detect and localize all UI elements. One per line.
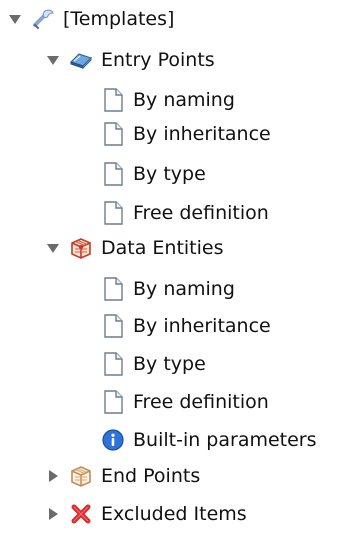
tree-node-entry-points[interactable]: Entry Points bbox=[46, 41, 215, 79]
document-icon bbox=[100, 161, 126, 187]
tree-node-excluded-items[interactable]: Excluded Items bbox=[46, 495, 247, 533]
tree-node-entry-points-free-definition[interactable]: Free definition bbox=[100, 194, 269, 232]
tree-node-label: By inheritance bbox=[133, 314, 271, 337]
tree-node-label-templates: [Templates] bbox=[63, 7, 175, 30]
red-x-icon bbox=[68, 501, 94, 527]
tree-node-label: By type bbox=[133, 352, 206, 375]
tree-node-label: By inheritance bbox=[133, 122, 271, 145]
tree-node-data-entities-by-inheritance[interactable]: By inheritance bbox=[100, 307, 271, 345]
book-icon bbox=[68, 47, 94, 73]
tree-node-entry-points-by-type[interactable]: By type bbox=[100, 155, 206, 193]
info-icon bbox=[100, 427, 126, 453]
entity-cube-icon bbox=[68, 235, 94, 261]
tree-node-label: By naming bbox=[133, 88, 235, 111]
tree-node-data-entities-by-naming[interactable]: By naming bbox=[100, 270, 235, 308]
tree-node-label: Built-in parameters bbox=[133, 428, 317, 451]
document-icon bbox=[100, 200, 126, 226]
expand-arrow-icon[interactable] bbox=[8, 12, 22, 26]
collapse-arrow-icon[interactable] bbox=[46, 507, 60, 521]
expand-arrow-icon[interactable] bbox=[46, 53, 60, 67]
tree-node-entry-points-by-inheritance[interactable]: By inheritance bbox=[100, 115, 271, 153]
document-icon bbox=[100, 313, 126, 339]
document-icon bbox=[100, 121, 126, 147]
tree-node-data-entities-free-definition[interactable]: Free definition bbox=[100, 383, 269, 421]
tree-node-data-entities-built-in-parameters[interactable]: Built-in parameters bbox=[100, 421, 317, 459]
tree-node-end-points[interactable]: End Points bbox=[46, 457, 200, 495]
tree-node-label: Free definition bbox=[133, 390, 269, 413]
tree-node-label-excluded-items: Excluded Items bbox=[101, 502, 247, 525]
wrench-icon bbox=[30, 6, 56, 32]
document-icon bbox=[100, 87, 126, 113]
tree-node-label: By naming bbox=[133, 277, 235, 300]
collapse-arrow-icon[interactable] bbox=[46, 469, 60, 483]
tree-node-data-entities-by-type[interactable]: By type bbox=[100, 345, 206, 383]
document-icon bbox=[100, 351, 126, 377]
document-icon bbox=[100, 276, 126, 302]
tree-node-templates[interactable]: [Templates] bbox=[8, 0, 174, 38]
tree-node-label: By type bbox=[133, 162, 206, 185]
end-points-cube-icon bbox=[68, 463, 94, 489]
templates-tree: [Templates] Entry Points By naming By in… bbox=[0, 0, 352, 531]
document-icon bbox=[100, 389, 126, 415]
tree-node-label-end-points: End Points bbox=[101, 464, 201, 487]
tree-node-label-data-entities: Data Entities bbox=[101, 236, 224, 259]
tree-node-data-entities[interactable]: Data Entities bbox=[46, 229, 224, 267]
expand-arrow-icon[interactable] bbox=[46, 241, 60, 255]
tree-node-label-entry-points: Entry Points bbox=[101, 48, 215, 71]
tree-node-entry-points-by-naming[interactable]: By naming bbox=[100, 81, 235, 119]
tree-node-label: Free definition bbox=[133, 201, 269, 224]
